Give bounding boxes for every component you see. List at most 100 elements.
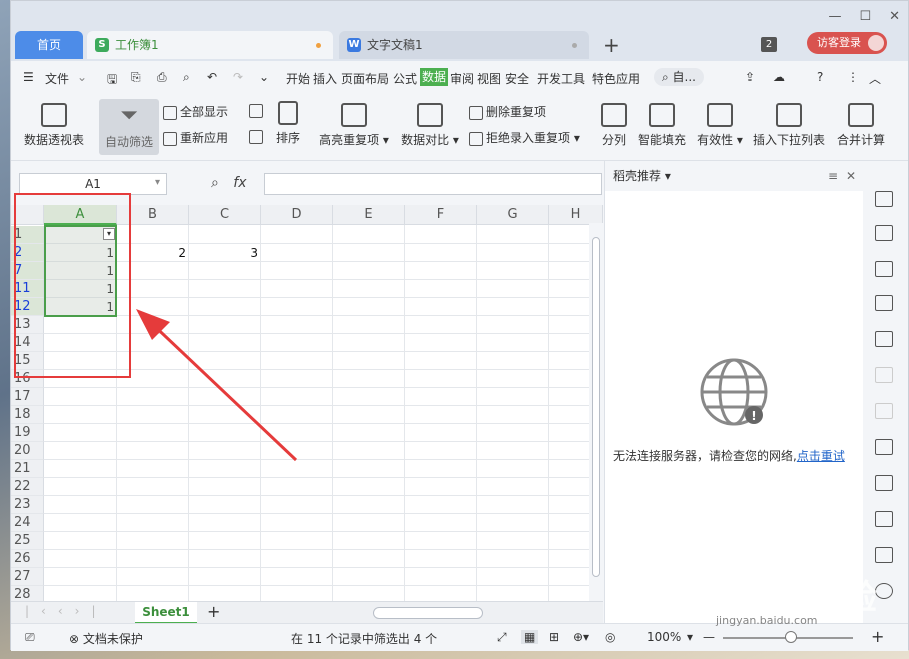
cell-c-2[interactable]: 3 — [189, 244, 261, 262]
menu-data[interactable]: 数据 — [420, 68, 449, 86]
archive-icon[interactable] — [875, 511, 893, 527]
new-tab-button[interactable]: + — [603, 31, 620, 59]
menu-formula[interactable]: 公式 — [393, 70, 417, 87]
column-header-e[interactable]: E — [333, 205, 405, 225]
cell-c-21[interactable] — [189, 460, 261, 478]
cell-a-23[interactable] — [44, 496, 117, 514]
normal-view-icon[interactable]: ▦ — [521, 630, 539, 644]
tab-workbook[interactable]: S 工作簿1 — [87, 31, 333, 59]
chevron-down-icon[interactable]: ⌄ — [77, 70, 87, 84]
cell-c-14[interactable] — [189, 334, 261, 352]
share-icon[interactable]: ⇪ — [745, 70, 755, 84]
row-header[interactable]: 21 — [11, 460, 44, 478]
row-header[interactable]: 26 — [11, 550, 44, 568]
menu-file[interactable]: 文件 — [45, 70, 69, 87]
comment-icon[interactable] — [875, 403, 893, 419]
row-header[interactable]: 22 — [11, 478, 44, 496]
cell-a-28[interactable] — [44, 586, 117, 601]
more-icon[interactable]: ⋮ — [847, 70, 859, 84]
show-all-button[interactable]: 全部显示 — [163, 103, 228, 120]
refresh-icon[interactable] — [875, 191, 893, 207]
cell-c-7[interactable] — [189, 262, 261, 280]
style-icon[interactable] — [875, 225, 893, 241]
cell-b-24[interactable] — [117, 514, 189, 532]
cell-a-21[interactable] — [44, 460, 117, 478]
cell-c-13[interactable] — [189, 316, 261, 334]
cell-b-23[interactable] — [117, 496, 189, 514]
menu-developer[interactable]: 开发工具 — [537, 70, 585, 87]
cloud-icon[interactable]: ☁ — [773, 70, 785, 84]
search-box[interactable]: ⌕ 自... — [654, 68, 704, 86]
cell-c-26[interactable] — [189, 550, 261, 568]
status-mode-icon[interactable]: ⎚ — [25, 630, 35, 645]
panel-close-icon[interactable]: ✕ — [846, 161, 856, 191]
pivot-table-button[interactable]: 数据透视表 — [21, 103, 87, 148]
panel-menu-icon[interactable]: ≡ — [828, 161, 838, 191]
highlight-duplicates-button[interactable]: 高亮重复项 ▾ — [317, 103, 391, 148]
cell-c-20[interactable] — [189, 442, 261, 460]
row-header[interactable]: 28 — [11, 586, 44, 601]
tab-document[interactable]: W 文字文稿1 — [339, 31, 589, 59]
validity-button[interactable]: 有效性 ▾ — [697, 103, 743, 148]
data-compare-button[interactable]: 数据对比 ▾ — [399, 103, 461, 148]
formula-input[interactable] — [264, 173, 602, 195]
cell-b-25[interactable] — [117, 532, 189, 550]
retry-link[interactable]: 点击重试 — [797, 449, 845, 463]
zoom-formula-icon[interactable]: ⌕ — [211, 175, 219, 191]
vertical-scroll-thumb[interactable] — [592, 237, 600, 577]
login-button[interactable]: 访客登录 — [807, 32, 887, 54]
redo-icon[interactable]: ↷ — [233, 70, 243, 84]
cell-c-27[interactable] — [189, 568, 261, 586]
zoom-chevron-icon[interactable]: ▾ — [687, 630, 693, 644]
cell-c-23[interactable] — [189, 496, 261, 514]
cell-c-17[interactable] — [189, 388, 261, 406]
cell-a-25[interactable] — [44, 532, 117, 550]
gallery-icon[interactable] — [875, 439, 893, 455]
cell-a-18[interactable] — [44, 406, 117, 424]
cell-c-28[interactable] — [189, 586, 261, 601]
column-header-c[interactable]: C — [189, 205, 261, 225]
zoom-in-button[interactable]: + — [871, 627, 884, 646]
name-box[interactable]: A1 — [19, 173, 167, 195]
cell-a-20[interactable] — [44, 442, 117, 460]
cell-b-28[interactable] — [117, 586, 189, 601]
cell-c-12[interactable] — [189, 298, 261, 316]
cell-c-24[interactable] — [189, 514, 261, 532]
row-header[interactable]: 19 — [11, 424, 44, 442]
cell-a-22[interactable] — [44, 478, 117, 496]
settings-icon[interactable] — [875, 367, 893, 383]
protect-status[interactable]: ⊗ 文档未保护 — [69, 630, 143, 647]
quick-access-chevron-icon[interactable]: ⌄ — [259, 70, 269, 84]
chart-icon[interactable] — [875, 331, 893, 347]
name-box-chevron-icon[interactable]: ▾ — [155, 177, 160, 188]
cell-c-1[interactable] — [189, 226, 261, 244]
row-header[interactable]: 27 — [11, 568, 44, 586]
menu-insert[interactable]: 插入 — [313, 70, 337, 87]
menu-review[interactable]: 审阅 — [450, 70, 474, 87]
cell-b-26[interactable] — [117, 550, 189, 568]
column-header-g[interactable]: G — [477, 205, 549, 225]
horizontal-scrollbar[interactable] — [351, 606, 587, 620]
sheet-nav-arrows[interactable]: |‹‹›| — [25, 604, 107, 618]
maximize-button[interactable]: ☐ — [859, 9, 871, 24]
column-header-d[interactable]: D — [261, 205, 333, 225]
zoom-slider-thumb[interactable] — [785, 631, 797, 643]
cell-c-16[interactable] — [189, 370, 261, 388]
cell-c-19[interactable] — [189, 424, 261, 442]
close-button[interactable]: ✕ — [889, 9, 900, 24]
menu-security[interactable]: 安全 — [505, 70, 529, 87]
print-icon[interactable]: ⎙ — [157, 70, 167, 85]
insert-dropdown-button[interactable]: 插入下拉列表 — [753, 103, 825, 148]
image-icon[interactable] — [875, 547, 893, 563]
table-icon[interactable] — [875, 261, 893, 277]
cell-c-15[interactable] — [189, 352, 261, 370]
reject-duplicates-button[interactable]: 拒绝录入重复项 ▾ — [469, 129, 580, 146]
zoom-level[interactable]: 100% — [647, 630, 681, 644]
autofilter-button[interactable]: ⏷ 自动筛选 — [99, 99, 159, 155]
cell-b-21[interactable] — [117, 460, 189, 478]
sort-button[interactable]: 排序 — [273, 101, 303, 146]
menu-home[interactable]: 开始 — [286, 70, 310, 87]
side-panel-title[interactable]: 稻壳推荐 — [613, 169, 661, 183]
eye-icon[interactable]: ◎ — [605, 630, 615, 644]
preview-icon[interactable]: ⌕ — [183, 70, 190, 85]
